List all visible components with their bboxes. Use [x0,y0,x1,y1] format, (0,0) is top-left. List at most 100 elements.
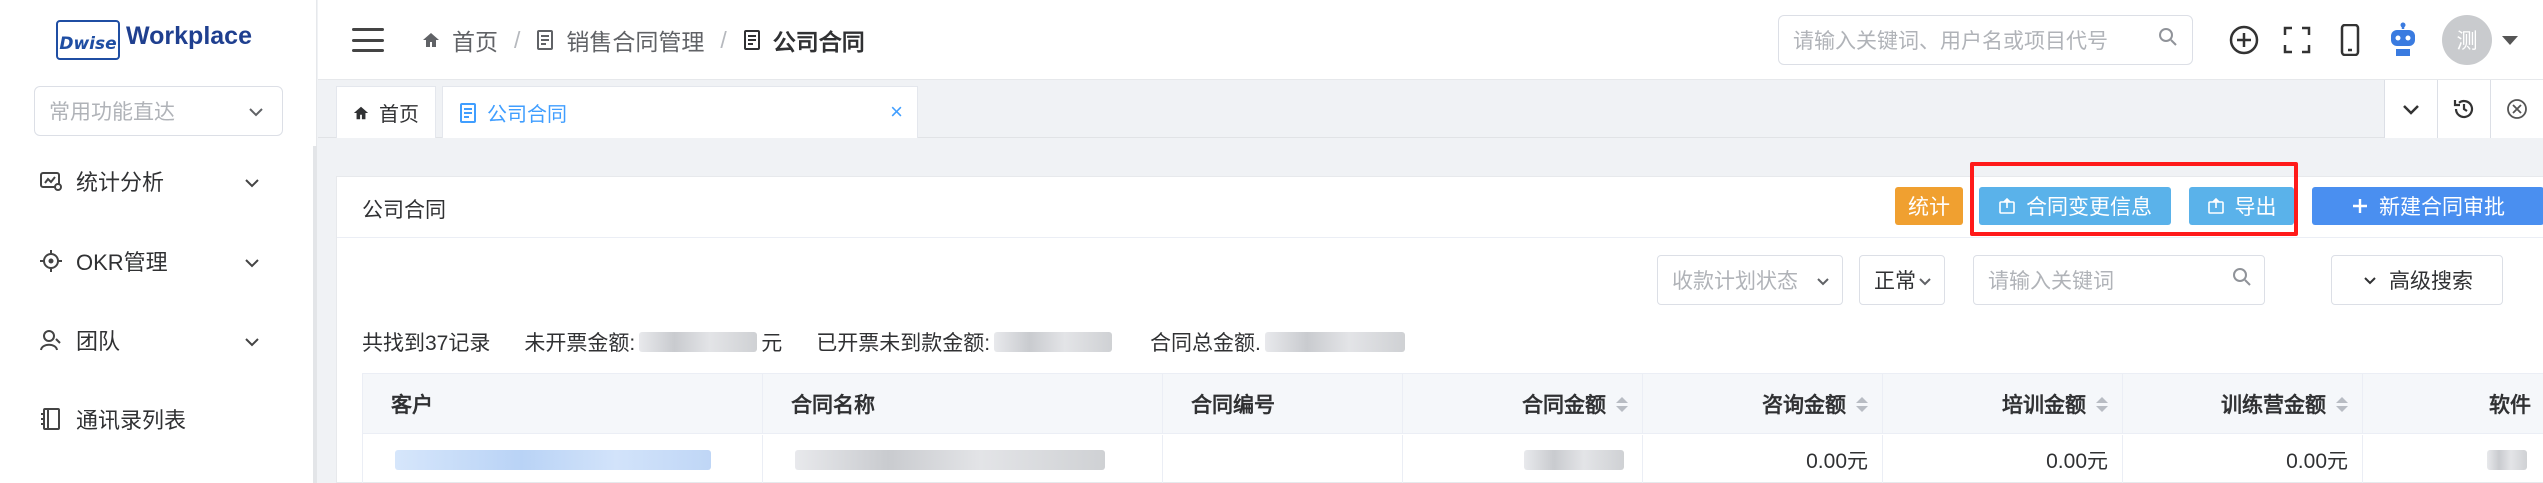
cell-software-amount [2363,435,2543,483]
home-icon [353,105,369,121]
breadcrumb-separator: / [720,26,727,53]
sidebar-scrollbar[interactable] [313,146,317,483]
export-icon [2207,197,2225,215]
app-logo[interactable]: Dwise Workplace [56,20,252,60]
contracts-card: 公司合同 统计 合同变更信息 导出 新建合同审批 收款计划状态 正常 请输入关键… [336,176,2543,483]
column-label: 客户 [391,394,433,417]
global-search-placeholder: 请输入关键词、用户名或项目代号 [1793,30,2108,53]
robot-icon[interactable] [2385,22,2421,58]
breadcrumb-sales-contracts[interactable]: 销售合同管理 [536,23,704,57]
new-contract-approval-button[interactable]: 新建合同审批 [2312,187,2543,225]
keyword-input[interactable]: 请输入关键词 [1973,255,2265,305]
quick-access-placeholder: 常用功能直达 [49,101,175,124]
table-row[interactable]: 0.00元 0.00元 0.00元 [363,435,2543,483]
column-label: 合同名称 [791,394,875,417]
document-icon [536,30,554,50]
tab-home[interactable]: 首页 [336,86,436,138]
cell-contract-amount [1403,435,1643,483]
sort-icon[interactable] [1616,396,1628,412]
header-tools: 测 [2226,0,2518,80]
export-button-label: 导出 [2234,196,2277,219]
breadcrumb-current: 公司合同 [743,23,865,57]
fullscreen-icon[interactable] [2279,22,2315,58]
plan-status-placeholder: 收款计划状态 [1672,270,1798,293]
sidebar-item-label: OKR管理 [76,250,168,275]
cell-consult-amount: 0.00元 [1643,435,1883,483]
column-label: 咨询金额 [1762,394,1846,417]
sidebar-item-team[interactable]: 团队 [0,305,317,375]
chevron-down-icon [1816,268,1830,292]
home-icon [422,31,440,49]
search-icon[interactable] [2232,267,2252,293]
contract-change-info-label: 合同变更信息 [2026,196,2152,219]
column-header-camp-amount[interactable]: 训练营金额 [2123,374,2363,434]
avatar[interactable]: 测 [2442,15,2492,65]
sidebar-item-stats[interactable]: 统计分析 [0,146,317,216]
cell-customer[interactable] [363,435,763,483]
advanced-search-button[interactable]: 高级搜索 [2331,255,2503,305]
tabs-dropdown-chevron-icon[interactable] [2384,80,2437,138]
column-header-contract-no: 合同编号 [1163,374,1403,434]
top-header: 首页 / 销售合同管理 / 公司合同 请输入关键词、用户名或项目代号 测 [318,0,2543,80]
status-value: 正常 [1874,270,1916,293]
mobile-icon[interactable] [2332,22,2368,58]
advanced-search-label: 高级搜索 [2389,270,2473,293]
stat-button[interactable]: 统计 [1895,187,1963,225]
breadcrumb-label: 首页 [452,29,498,55]
sidebar-item-contacts[interactable]: 通讯录列表 [0,384,317,454]
chevron-down-icon [244,248,260,274]
breadcrumb-label: 销售合同管理 [566,29,705,55]
cell-contract-no [1163,435,1403,483]
redacted-amount [1264,332,1405,352]
export-button[interactable]: 导出 [2189,187,2294,225]
menu-toggle-icon[interactable] [352,28,384,52]
global-search-input[interactable]: 请输入关键词、用户名或项目代号 [1778,15,2193,65]
column-label: 合同编号 [1191,394,1275,417]
close-icon[interactable]: × [890,101,903,123]
logo-mark-text: Dwise [59,34,117,54]
column-label: 培训金额 [2002,394,2086,417]
stat-button-label: 统计 [1908,196,1950,219]
sort-icon[interactable] [1856,396,1868,412]
contract-change-info-button[interactable]: 合同变更信息 [1979,187,2171,225]
sidebar-item-label: 统计分析 [76,170,165,195]
redacted-contract-name [795,450,1105,470]
column-header-training-amount[interactable]: 培训金额 [1883,374,2123,434]
redacted-amount [994,332,1113,352]
search-icon[interactable] [2158,27,2178,53]
target-icon [38,248,64,274]
plan-status-select[interactable]: 收款计划状态 [1657,255,1843,305]
document-icon [459,102,477,123]
breadcrumb-home[interactable]: 首页 [422,23,498,57]
close-all-icon[interactable] [2490,80,2543,138]
column-label: 合同金额 [1522,394,1606,417]
plus-circle-icon[interactable] [2226,22,2262,58]
sidebar-item-okr[interactable]: OKR管理 [0,226,317,296]
book-icon [38,406,64,432]
chevron-down-icon [244,168,260,194]
column-header-contract-amount[interactable]: 合同金额 [1403,374,1643,434]
logo-mark: Dwise [56,20,120,60]
column-header-consult-amount[interactable]: 咨询金额 [1643,374,1883,434]
redacted-customer [395,450,711,470]
tab-label: 公司合同 [487,104,567,126]
breadcrumb-label: 公司合同 [772,29,865,55]
uninvoiced-label: 未开票金额: [524,332,636,355]
sort-icon[interactable] [2336,396,2348,412]
status-select[interactable]: 正常 [1859,255,1945,305]
chevron-down-icon [1918,268,1932,292]
chart-icon [38,168,64,194]
history-icon[interactable] [2437,80,2490,138]
sort-icon[interactable] [2096,396,2108,412]
logo-text: Workplace [126,21,252,50]
chevron-down-icon [248,99,264,123]
breadcrumb: 首页 / 销售合同管理 / 公司合同 [422,0,865,80]
export-icon [1998,197,2016,215]
quick-access-select[interactable]: 常用功能直达 [34,86,283,136]
user-menu-caret-icon[interactable] [2502,35,2518,45]
column-header-contract-name: 合同名称 [763,374,1163,434]
redacted-amount [639,332,758,352]
column-header-customer: 客户 [363,374,763,434]
tab-company-contracts[interactable]: 公司合同 × [442,86,918,138]
cell-contract-name[interactable] [763,435,1163,483]
